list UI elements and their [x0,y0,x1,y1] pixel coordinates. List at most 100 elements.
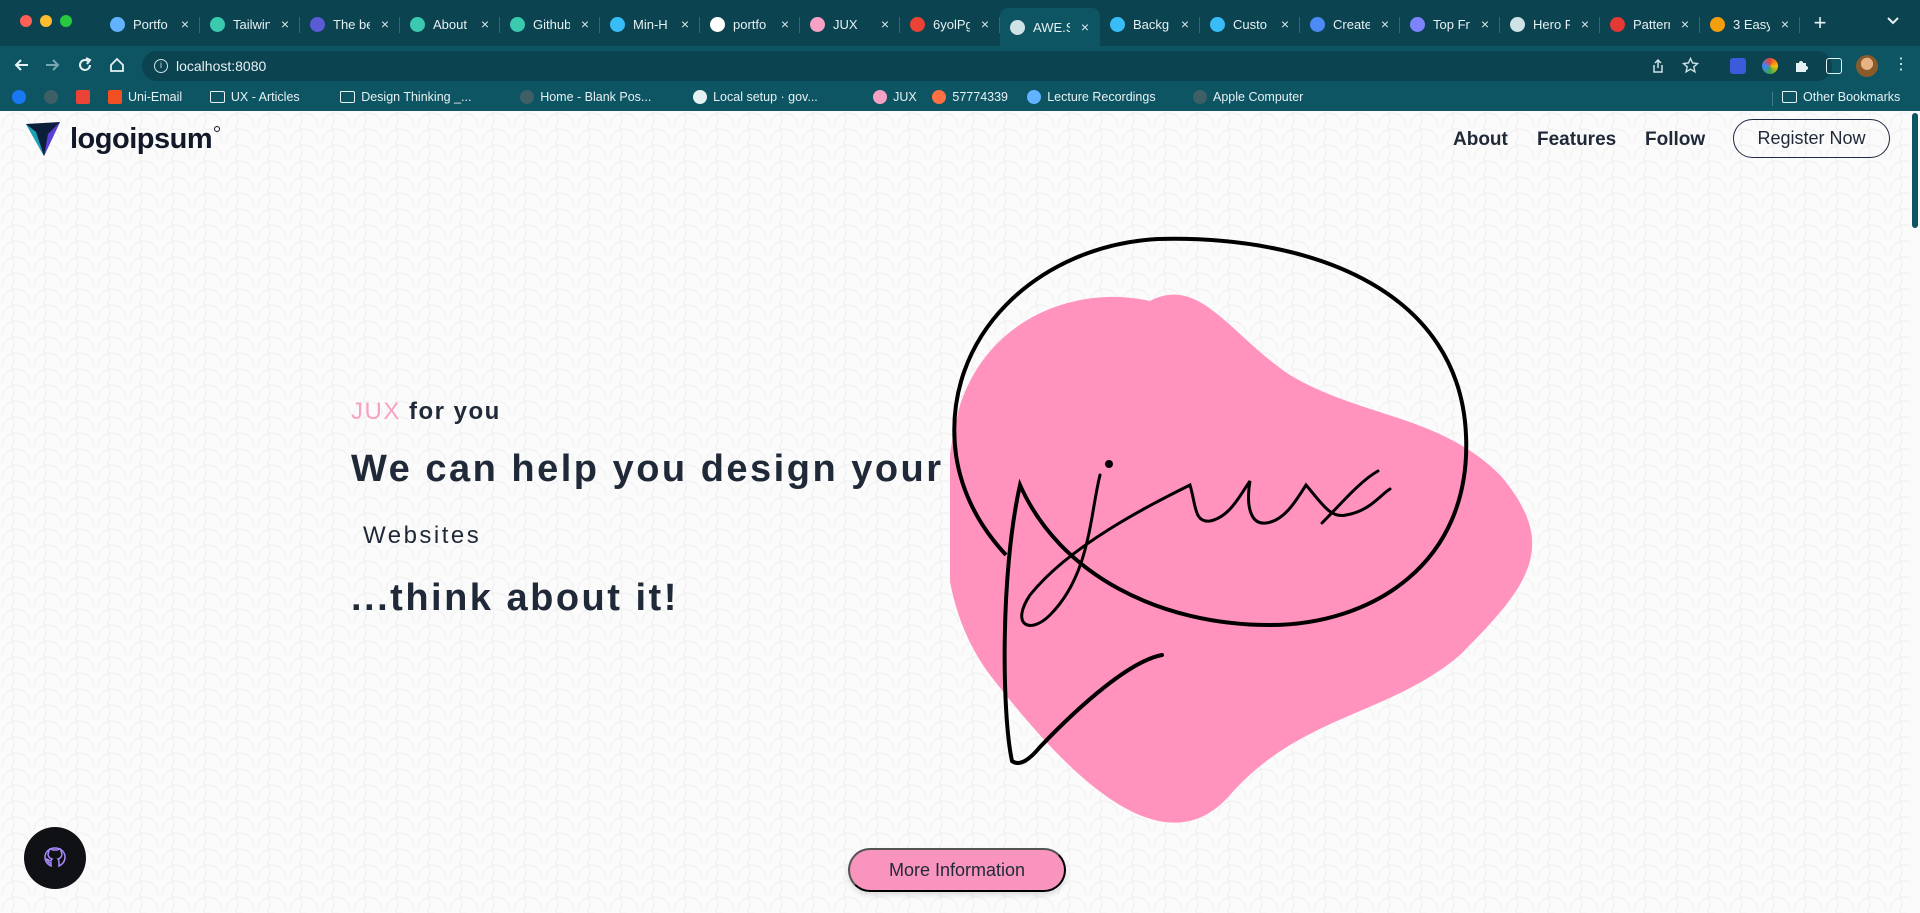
more-information-button[interactable]: More Information [848,848,1066,892]
close-window-button[interactable] [20,15,32,27]
nav-about[interactable]: About [1453,129,1508,151]
browser-tab[interactable]: portfo × [700,8,800,40]
close-tab-icon[interactable]: × [1078,19,1092,35]
hero-rotating-word: Websites [363,522,482,549]
globe-icon [1510,16,1525,32]
bookmark-item[interactable]: Uni-Email [108,90,182,104]
browser-tab-bar: Portfo × Tailwin × The be × About × Github × Min-H… [0,0,1920,46]
puzzle-extensions-icon[interactable] [1793,58,1809,74]
browser-tab[interactable]: Tailwin × [200,8,300,40]
close-tab-icon[interactable]: × [1778,16,1792,32]
bookmark-item[interactable]: Lecture Recordings [1027,90,1156,104]
bookmark-item[interactable]: Apple Computer [1193,90,1303,104]
close-tab-icon[interactable]: × [678,16,692,32]
close-tab-icon[interactable]: × [778,16,792,32]
bookmark-star-icon[interactable] [1681,56,1700,79]
browser-tab[interactable]: Top Fr × [1400,8,1500,40]
close-tab-icon[interactable]: × [978,16,992,32]
browser-tab[interactable]: Github × [500,8,600,40]
bookmark-item[interactable]: Home - Blank Pos... [520,90,651,104]
circle-c-icon [1310,16,1325,32]
bookmark-item[interactable]: 57774339 [932,90,1008,104]
bookmark-label: Home - Blank Pos... [540,90,652,104]
browser-tab-title: Pattern [1633,16,1670,32]
bookmarks-separator [1772,92,1773,106]
register-now-button[interactable]: Register Now [1733,119,1890,158]
microsoft-icon [108,90,122,104]
bookmark-label: Design Thinking _... [361,90,472,104]
close-tab-icon[interactable]: × [1278,16,1292,32]
close-tab-icon[interactable]: × [878,16,892,32]
browser-tab[interactable]: 3 Easy × [1700,8,1800,40]
close-tab-icon[interactable]: × [1178,16,1192,32]
browser-tab-title: 3 Easy [1733,16,1770,32]
browser-tab[interactable]: The be × [300,8,400,40]
browser-tab[interactable]: Custo × [1200,8,1300,40]
browser-tab[interactable]: Min-H × [600,8,700,40]
close-tab-icon[interactable]: × [1378,16,1392,32]
browser-tab[interactable]: Portfo × [100,8,200,40]
page-scrollbar-thumb[interactable] [1912,113,1918,228]
forward-arrow-icon[interactable] [42,56,62,76]
tab-search-chevron-icon[interactable] [1886,14,1900,29]
speech-bubble-icon [810,16,825,32]
extension-screen-icon[interactable] [1730,58,1746,74]
bookmark-label: 57774339 [952,90,1009,104]
bookmark-item[interactable]: UX - Articles [209,90,300,104]
tailwind-icon [1210,16,1225,32]
browser-tab[interactable]: AWE.S × [1000,8,1100,46]
other-bookmarks[interactable]: Other Bookmarks [1782,90,1900,104]
browser-tab[interactable]: 6yolPg × [900,8,1000,40]
color-picker-extension-icon[interactable] [1762,58,1778,74]
bookmark-item[interactable]: Design Thinking _... [340,90,471,104]
close-tab-icon[interactable]: × [378,16,392,32]
facebook-icon [12,90,26,104]
image-icon [932,90,947,104]
reload-icon[interactable] [75,56,95,76]
home-icon[interactable] [107,56,127,76]
browser-tab[interactable]: Backg × [1100,8,1200,40]
new-tab-button[interactable]: + [1808,10,1832,36]
close-tab-icon[interactable]: × [478,16,492,32]
maximize-window-button[interactable] [60,15,72,27]
browser-menu-icon[interactable]: ⋮ [1893,57,1909,73]
bookmark-item[interactable] [76,90,90,104]
other-bookmarks-label: Other Bookmarks [1803,90,1901,104]
hero-tagline: JUX for you [351,398,501,426]
bookmark-item[interactable] [12,90,26,104]
share-icon[interactable] [1650,58,1666,79]
leaf-icon [210,16,225,32]
browser-tab[interactable]: JUX × [800,8,900,40]
browser-tab[interactable]: Hero P × [1500,8,1600,40]
close-tab-icon[interactable]: × [1678,16,1692,32]
close-tab-icon[interactable]: × [1478,16,1492,32]
site-info-icon[interactable]: i [154,59,168,73]
bookmark-item[interactable]: Local setup · gov... [693,90,818,104]
nav-features[interactable]: Features [1537,129,1616,151]
bookmark-item[interactable] [44,90,58,104]
github-floating-button[interactable] [24,827,86,889]
address-bar[interactable]: i localhost:8080 [142,51,1832,81]
site-logo[interactable]: logoipsum [22,118,221,160]
close-tab-icon[interactable]: × [278,16,292,32]
browser-tab[interactable]: Create × [1300,8,1400,40]
leaf-icon [410,16,425,32]
close-tab-icon[interactable]: × [578,16,592,32]
page-scrollbar[interactable] [1910,111,1920,913]
sidebar-toggle-icon[interactable] [1826,58,1842,74]
profile-avatar[interactable] [1856,55,1878,77]
browser-tab[interactable]: About × [400,8,500,40]
bookmark-item[interactable]: JUX [873,90,917,104]
logo-wordmark: logoipsum [70,123,221,156]
tailwind-icon [610,16,625,32]
back-arrow-icon[interactable] [12,56,32,76]
minimize-window-button[interactable] [40,15,52,27]
github-icon [693,90,708,104]
globe-icon [1010,19,1025,35]
browser-tab[interactable]: Pattern × [1600,8,1700,40]
nav-follow[interactable]: Follow [1645,129,1705,151]
bookmark-label: Apple Computer [1213,90,1304,104]
folder-icon [340,91,356,103]
close-tab-icon[interactable]: × [178,16,192,32]
close-tab-icon[interactable]: × [1578,16,1592,32]
